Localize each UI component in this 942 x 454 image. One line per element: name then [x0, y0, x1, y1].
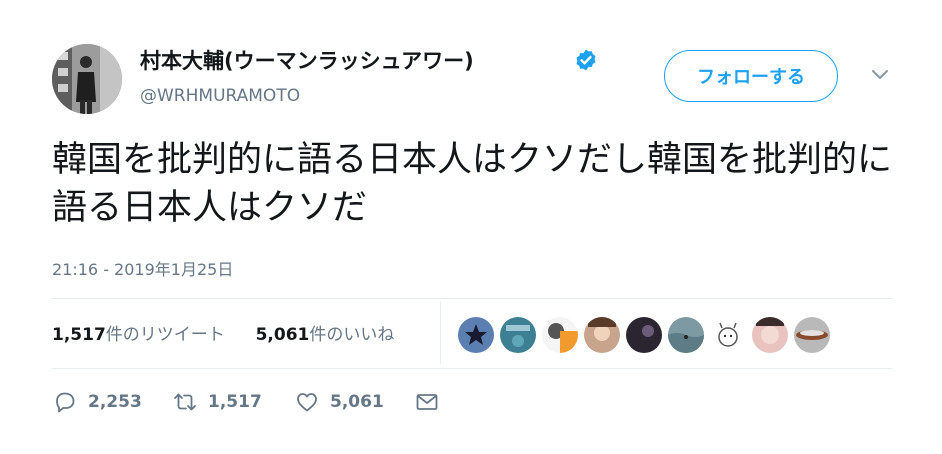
retweet-count: 1,517 [52, 325, 106, 345]
heart-icon [297, 393, 317, 412]
like-action-count: 5,061 [330, 392, 384, 412]
retweet-action-count: 1,517 [208, 392, 262, 412]
avatar[interactable] [52, 44, 122, 114]
like-stat[interactable]: 5,061件のいいね [256, 325, 395, 345]
direct-message-button[interactable] [414, 388, 440, 416]
engagement-stats: 1,517件のリツイート 5,061件のいいね [52, 320, 394, 345]
liker-avatar[interactable] [794, 317, 830, 353]
retweet-label: 件のリツイート [105, 325, 225, 345]
display-name[interactable]: 村本大輔(ウーマンラッシュアワー) [140, 45, 474, 75]
divider [52, 368, 892, 369]
reply-icon [56, 392, 75, 413]
liker-avatar[interactable] [500, 317, 536, 353]
divider [52, 298, 892, 299]
tweet-timestamp[interactable]: 21:16 - 2019年1月25日 [52, 256, 233, 280]
liker-avatar[interactable] [668, 317, 704, 353]
liker-avatar[interactable] [710, 317, 746, 353]
liker-avatar[interactable] [542, 317, 578, 353]
liker-avatar[interactable] [752, 317, 788, 353]
stats-divider [440, 302, 441, 364]
like-label: 件のいいね [309, 325, 395, 345]
tweet-text: 韓国を批判的に語る日本人はクソだし韓国を批判的に語る日本人はクソだ [52, 140, 893, 228]
retweet-button[interactable]: 1,517 [172, 388, 262, 416]
chevron-down-icon[interactable] [870, 68, 890, 82]
user-handle[interactable]: @WRHMURAMOTO [140, 86, 300, 106]
verified-badge-icon [576, 49, 596, 71]
envelope-icon [416, 394, 438, 410]
like-button[interactable]: 5,061 [294, 388, 384, 416]
reply-button[interactable]: 2,253 [52, 388, 142, 416]
liker-avatar[interactable] [584, 317, 620, 353]
reply-count: 2,253 [88, 392, 142, 412]
follow-button[interactable]: フォローする [664, 50, 838, 102]
retweet-stat[interactable]: 1,517件のリツイート [52, 325, 225, 345]
liker-avatar[interactable] [458, 317, 494, 353]
like-count: 5,061 [255, 325, 310, 345]
retweet-icon [174, 393, 196, 411]
liker-avatar[interactable] [626, 317, 662, 353]
